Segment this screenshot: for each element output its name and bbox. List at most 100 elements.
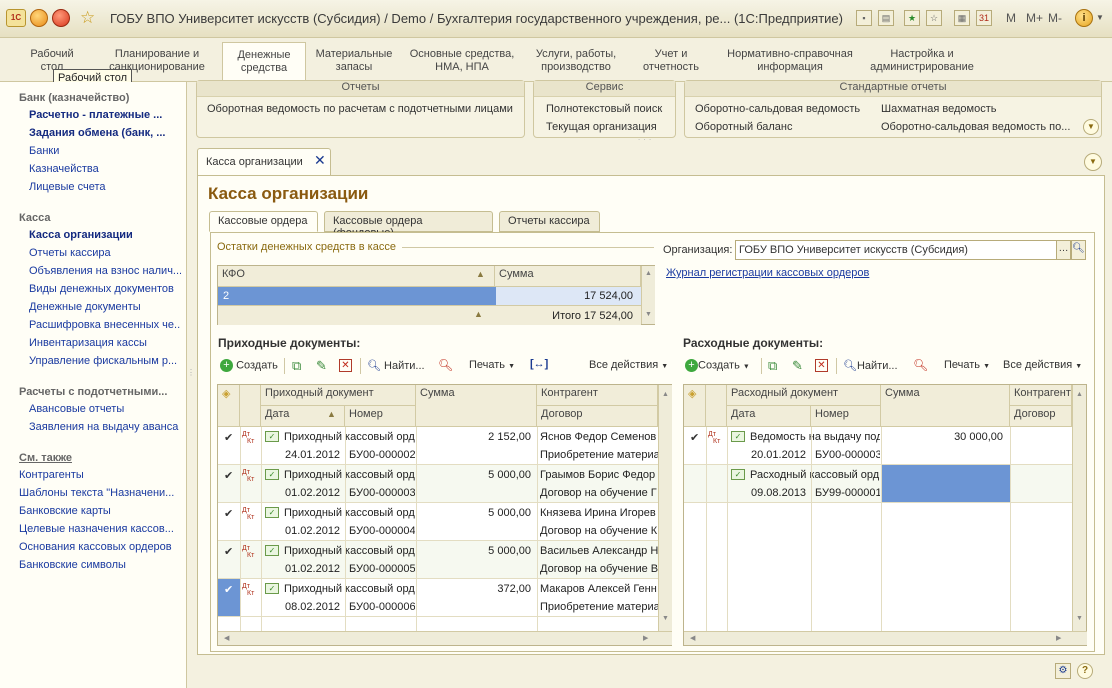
expense-scroll-down-icon[interactable]: ▼ <box>1076 615 1083 622</box>
nav-item-exchange[interactable]: Задания обмена (банк, ... <box>29 127 181 139</box>
section-services[interactable]: Услуги, работы, производство <box>528 48 624 74</box>
tab-cash-orders[interactable]: Кассовые ордера <box>209 211 318 232</box>
nav-item-advance-requests[interactable]: Заявления на выдачу аванса <box>29 421 181 433</box>
favorites-icon[interactable]: ☆ <box>926 10 942 26</box>
dropdown-arrow-icon[interactable]: ▼ <box>1096 13 1104 22</box>
expense-scroll-left-icon[interactable]: ◀ <box>690 634 695 642</box>
nav-item-cash-org[interactable]: Касса организации <box>29 229 181 241</box>
income-col-contractor[interactable]: Контрагент <box>537 385 658 406</box>
income-col-number[interactable]: Номер <box>345 406 416 427</box>
nav-group-bank[interactable]: Банк (казначейство) <box>19 92 129 104</box>
expand-commands-icon[interactable]: ▼ <box>1083 119 1099 135</box>
tab-cashier-reports[interactable]: Отчеты кассира <box>499 211 600 232</box>
income-scrollbar-v[interactable] <box>658 385 672 631</box>
nav-item-inventory[interactable]: Инвентаризация кассы <box>29 337 181 349</box>
expense-scroll-up-icon[interactable]: ▲ <box>1076 391 1083 398</box>
nav-item-accounts[interactable]: Лицевые счета <box>29 181 181 193</box>
expense-all-actions-button[interactable]: Все действия ▼ <box>1003 359 1082 371</box>
service-fulltext-search[interactable]: Полнотекстовый поиск <box>546 103 662 115</box>
nav-item-checks[interactable]: Расшифровка внесенных че... <box>29 319 181 331</box>
nav-item-advance-reports[interactable]: Авансовые отчеты <box>29 403 181 415</box>
splitter-dots[interactable]: ˙ ˙ ˙ <box>638 138 652 148</box>
expense-col-contract[interactable]: Договор <box>1010 406 1072 427</box>
nav-group-accountable[interactable]: Расчеты с подотчетными... <box>19 386 167 398</box>
nav-item-bank-symbols[interactable]: Банковские символы <box>19 559 171 571</box>
report-osv-by[interactable]: Оборотно-сальдовая ведомость по... <box>881 121 1070 133</box>
expense-scrollbar-h[interactable] <box>684 631 1087 645</box>
print-icon[interactable]: ▤ <box>878 10 894 26</box>
income-find-button[interactable]: 🔍︎ Найти... <box>367 359 425 372</box>
close-window-icon[interactable] <box>52 9 70 27</box>
app-logo-icon[interactable]: 1С <box>6 9 26 27</box>
section-reference[interactable]: Нормативно-справочная информация <box>720 48 860 74</box>
section-fixed-assets[interactable]: Основные средства, НМА, НПА <box>404 48 520 74</box>
expense-col-date[interactable]: Дата <box>727 406 811 427</box>
nav-item-bank-cards[interactable]: Банковские карты <box>19 505 171 517</box>
save-icon[interactable]: ▪ <box>856 10 872 26</box>
nav-item-fiscal[interactable]: Управление фискальным р... <box>29 355 181 367</box>
expense-scroll-right-icon[interactable]: ▶ <box>1056 634 1061 642</box>
income-scrollbar-h[interactable] <box>218 631 672 645</box>
expense-cancel-search-icon[interactable]: 🔍︎ <box>913 358 928 372</box>
tabs-menu-icon[interactable]: ▼ <box>1084 153 1102 171</box>
section-settings[interactable]: Настройка и администрирование <box>866 48 978 74</box>
income-create-button[interactable]: + Создать <box>220 359 278 372</box>
report-turnover-accountable[interactable]: Оборотная ведомость по расчетам с подотч… <box>207 103 513 115</box>
income-copy-icon[interactable]: ⧉ <box>292 358 301 374</box>
expense-create-button[interactable]: + Создать ▼ <box>685 359 750 372</box>
service-current-org[interactable]: Текущая организация <box>546 121 657 133</box>
balance-scroll-down-icon[interactable]: ▼ <box>645 311 652 318</box>
col-kfo[interactable]: КФО <box>218 266 495 287</box>
expense-edit-icon[interactable]: ✎ <box>792 358 803 374</box>
nav-item-doc-types[interactable]: Виды денежных документов <box>29 283 181 295</box>
nav-item-banks[interactable]: Банки <box>29 145 181 157</box>
income-structure-icon[interactable]: [↔] <box>530 358 548 370</box>
expense-col-doc[interactable]: Расходный документ <box>727 385 881 406</box>
income-scroll-up-icon[interactable]: ▲ <box>662 391 669 398</box>
nav-group-cash[interactable]: Касса <box>19 212 50 224</box>
income-scroll-left-icon[interactable]: ◀ <box>224 634 229 642</box>
memory-button-m-plus[interactable]: M+ <box>1026 11 1043 25</box>
memory-button-m-minus[interactable]: M- <box>1048 11 1062 25</box>
section-accounting[interactable]: Учет и отчетность <box>636 48 706 74</box>
expense-print-button[interactable]: Печать ▼ <box>944 359 990 371</box>
org-search-icon[interactable]: 🔍︎ <box>1071 240 1086 260</box>
nav-item-purposes[interactable]: Целевые назначения кассов... <box>19 523 179 535</box>
expense-col-sum[interactable]: Сумма <box>881 385 1010 427</box>
calendar-icon[interactable]: 31 <box>976 10 992 26</box>
expense-scrollbar-v[interactable] <box>1072 385 1086 631</box>
section-cash[interactable]: Денежные средства <box>222 42 306 82</box>
help-icon[interactable]: ? <box>1077 663 1093 679</box>
income-print-button[interactable]: Печать ▼ <box>469 359 515 371</box>
tab-cash-org[interactable]: Касса организации ✕ <box>197 148 331 175</box>
add-favorite-icon[interactable]: ★ <box>904 10 920 26</box>
report-chess[interactable]: Шахматная ведомость <box>881 103 996 115</box>
nav-item-text-templates[interactable]: Шаблоны текста "Назначени... <box>19 487 179 499</box>
expense-find-button[interactable]: 🔍︎Найти... <box>843 359 898 372</box>
expense-delete-icon[interactable]: ✕ <box>815 359 828 372</box>
expense-col-contractor[interactable]: Контрагент <box>1010 385 1072 406</box>
income-col-sum[interactable]: Сумма <box>416 385 537 427</box>
nav-item-contractors[interactable]: Контрагенты <box>19 469 171 481</box>
panel-splitter[interactable]: ⋮ <box>187 369 195 390</box>
favorite-star-icon[interactable]: ☆ <box>80 8 95 28</box>
col-sum[interactable]: Сумма <box>495 266 641 287</box>
income-col-doc[interactable]: Приходный документ <box>261 385 416 406</box>
form-settings-icon[interactable]: ⚙ <box>1055 663 1071 679</box>
info-icon[interactable]: i <box>1075 9 1093 27</box>
calculator-icon[interactable]: ▦ <box>954 10 970 26</box>
org-select-button[interactable]: … <box>1056 240 1071 260</box>
income-cancel-search-icon[interactable]: 🔍︎ <box>438 358 453 372</box>
journal-link[interactable]: Журнал регистрации кассовых ордеров <box>666 267 869 279</box>
nav-item-treasuries[interactable]: Казначейства <box>29 163 181 175</box>
report-osv[interactable]: Оборотно-сальдовая ведомость <box>695 103 860 115</box>
org-input[interactable]: ГОБУ ВПО Университет искусств (Субсидия) <box>735 240 1057 260</box>
tab-cash-orders-fund[interactable]: Кассовые ордера (фондовые) <box>324 211 493 239</box>
nav-group-see-also[interactable]: См. также <box>19 452 72 464</box>
nav-item-payments[interactable]: Расчетно - платежные ... <box>29 109 181 121</box>
menu-arrow-icon[interactable] <box>30 9 48 27</box>
expense-copy-icon[interactable]: ⧉ <box>768 358 777 374</box>
nav-item-cash-deposits[interactable]: Объявления на взнос налич... <box>29 265 181 277</box>
nav-item-money-docs[interactable]: Денежные документы <box>29 301 181 313</box>
income-edit-icon[interactable]: ✎ <box>316 358 327 374</box>
